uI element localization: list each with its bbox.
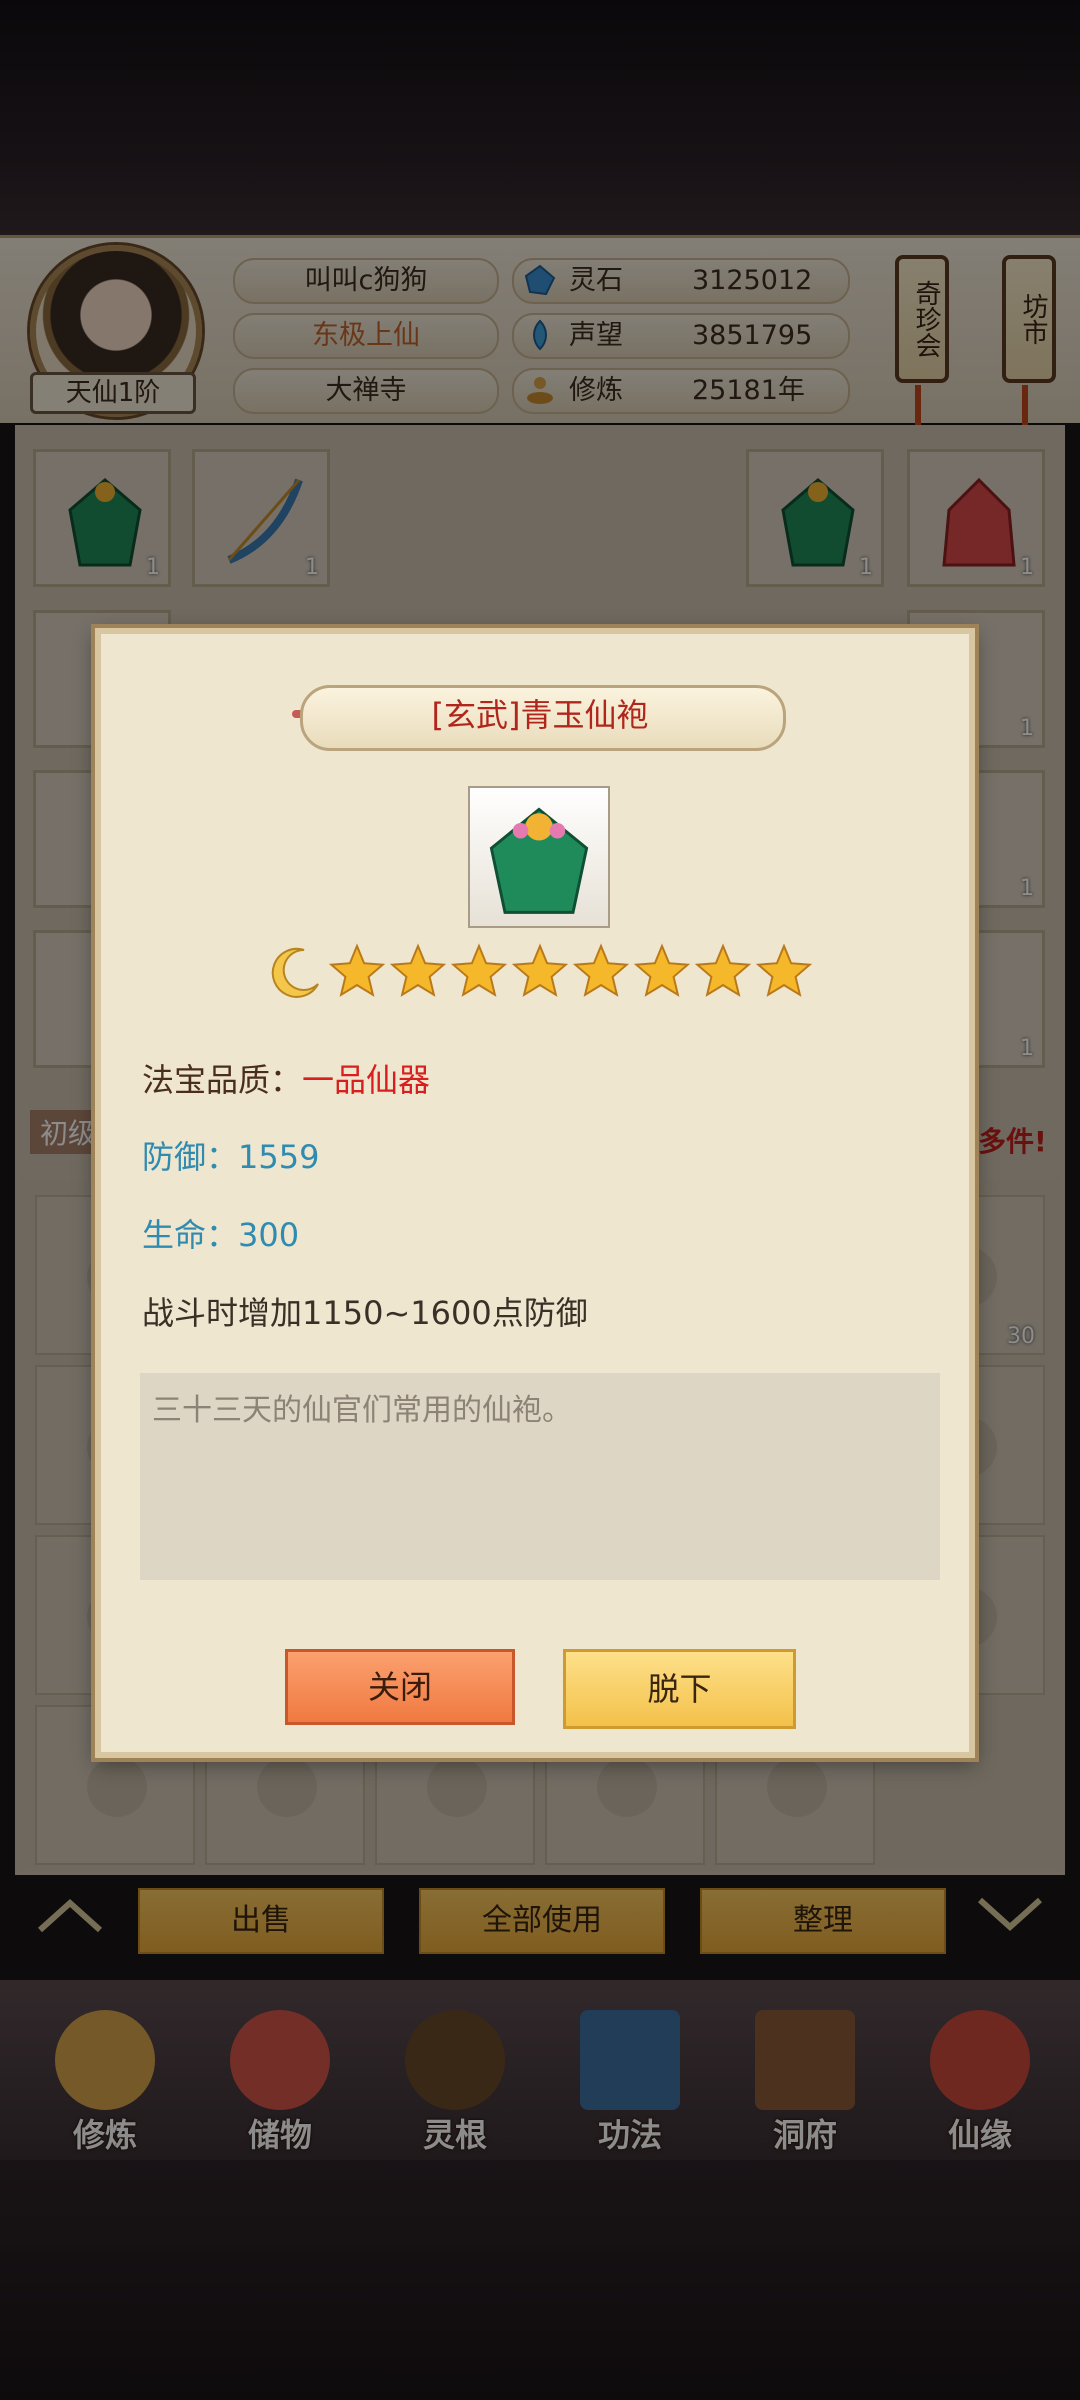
flavor-text: 三十三天的仙官们常用的仙袍。 (152, 1393, 572, 1428)
quality-value: 一品仙器 (302, 1061, 431, 1099)
jade-robe-icon (489, 807, 589, 914)
unequip-button[interactable]: 脱下 (563, 1649, 796, 1729)
item-preview (468, 786, 610, 928)
close-button[interactable]: 关闭 (285, 1649, 515, 1725)
quality-label: 法宝品质： (142, 1061, 303, 1099)
quality-row: 法宝品质：一品仙器 (142, 1055, 430, 1101)
defense-stat: 防御：1559 (142, 1138, 320, 1176)
item-name: [玄武]青玉仙袍 (431, 696, 649, 734)
moon-icon (271, 947, 319, 998)
life-stat: 生命：300 (142, 1216, 300, 1254)
effect-text: 战斗时增加1150~1600点防御 (142, 1294, 588, 1332)
